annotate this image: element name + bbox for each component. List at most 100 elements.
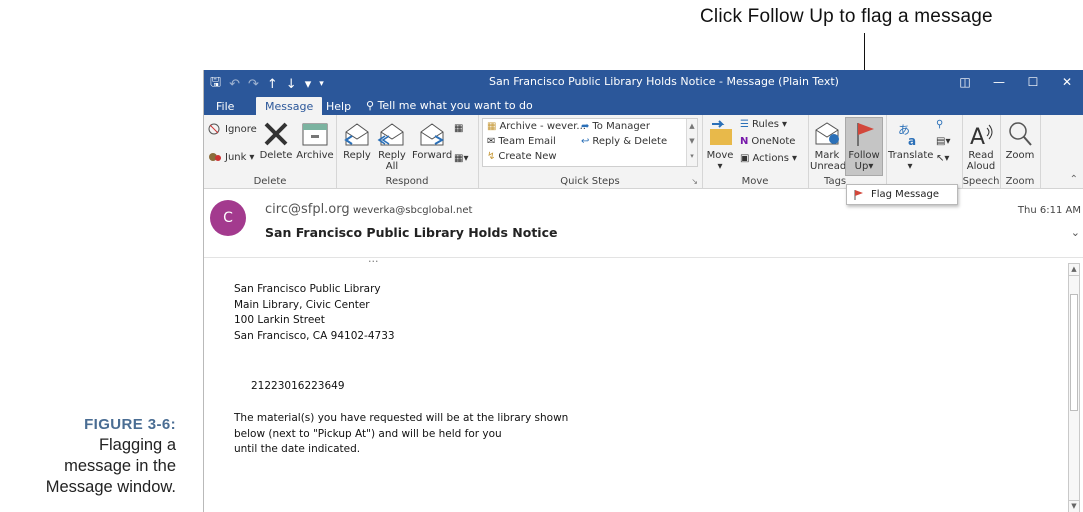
delete-button[interactable]: Delete <box>256 120 296 161</box>
sender-address[interactable]: circ@sfpl.org <box>265 202 350 217</box>
quick-steps-group: ▦ Archive - wever... ✉ Team Email ↯ Create … <box>478 115 703 188</box>
address-line: San Francisco Public Library <box>234 283 381 295</box>
rules-button[interactable]: ☰ Rules ▾ <box>740 119 787 130</box>
paragraph-line: below (next to "Pickup At") and will be … <box>234 427 502 440</box>
ignore-icon <box>208 123 220 135</box>
svg-text:A: A <box>970 125 985 148</box>
zoom-group-label: Zoom <box>1005 176 1035 187</box>
avatar[interactable]: C <box>210 200 246 236</box>
team-email-icon: ✉ <box>487 136 496 147</box>
rules-icon: ☰ <box>740 119 749 130</box>
scroll-thumb[interactable] <box>1070 294 1078 411</box>
chevron-down-icon: ▾ <box>868 161 874 172</box>
reply-icon <box>344 123 369 146</box>
move-group: Move ▾ ☰ Rules ▾ N OneNote ▣ Actions ▾ Move <box>702 115 809 188</box>
mark-unread-button[interactable]: Mark Unread <box>810 120 846 172</box>
ribbon-tabs: File Message Help ⚲ Tell me what you wan… <box>204 94 1083 117</box>
archive-step-icon: ▦ <box>487 121 497 132</box>
onenote-icon: N <box>740 136 749 147</box>
quick-step-team-email[interactable]: ✉ Team Email <box>487 136 556 147</box>
quick-step-to-manager[interactable]: ➦ To Manager <box>581 121 650 132</box>
junk-icon <box>209 153 221 161</box>
select-icon[interactable]: ↖▾ <box>936 153 949 164</box>
to-manager-icon: ➦ <box>581 121 590 132</box>
title-bar: 🖫 ↶ ↷ ↑ ↓ ▾ ▾ San Francisco Public Libra… <box>204 70 1083 94</box>
translate-button[interactable]: あa Translate ▾ <box>888 120 933 172</box>
quick-steps-scroll[interactable]: ▲ ▼ ▾ <box>686 119 697 166</box>
chevron-down-icon: ▾ <box>717 161 723 172</box>
respond-group-label: Respond <box>385 176 429 187</box>
mark-unread-icon <box>815 122 839 145</box>
lightning-icon: ↯ <box>487 151 496 162</box>
collapse-ribbon-icon[interactable]: ⌃ <box>1070 174 1078 185</box>
flag-icon <box>854 189 863 200</box>
find-icon[interactable]: ⚲ <box>936 119 943 130</box>
figure-caption: FIGURE 3-6: Flagging a message in the Me… <box>46 414 176 498</box>
scroll-up-icon[interactable]: ▲ <box>1069 264 1079 276</box>
window-controls: ◫ — ☐ ✕ <box>948 70 1083 94</box>
flag-message-menu-item[interactable]: Flag Message <box>871 189 939 200</box>
junk-button[interactable]: Junk ▾ <box>208 151 254 163</box>
follow-up-button[interactable]: Follow Up▾ <box>845 120 883 172</box>
quick-steps-label: Quick Steps <box>560 176 620 187</box>
message-window: 🖫 ↶ ↷ ↑ ↓ ▾ ▾ San Francisco Public Libra… <box>203 70 1083 512</box>
reply-button[interactable]: Reply <box>340 120 374 161</box>
vertical-scrollbar[interactable]: ▲ ▼ <box>1068 263 1080 512</box>
ignore-button[interactable]: Ignore <box>208 123 257 135</box>
caption-line-1: Flagging a <box>98 436 176 454</box>
delete-group: Ignore Junk ▾ Delete Archive Delete <box>204 115 337 188</box>
maximize-icon[interactable]: ☐ <box>1016 70 1050 94</box>
paragraph-line: The material(s) you have requested will … <box>234 412 569 424</box>
chevron-down-icon: ▾ <box>791 153 798 164</box>
forward-icon <box>420 123 445 146</box>
figure-number: FIGURE 3-6: <box>84 416 176 433</box>
related-icon[interactable]: ▤▾ <box>936 136 950 147</box>
lightbulb-icon: ⚲ <box>366 99 375 112</box>
follow-up-menu: Flag Message <box>846 184 958 205</box>
paragraph-line: until the date indicated. <box>234 443 361 455</box>
quick-step-reply-delete[interactable]: ↩ Reply & Delete <box>581 136 667 147</box>
zoom-group: Zoom Zoom <box>1000 115 1041 188</box>
zoom-button[interactable]: Zoom <box>1002 120 1038 161</box>
speech-group: A Read Aloud Speech <box>962 115 1001 188</box>
delete-icon <box>264 122 288 146</box>
message-subject: San Francisco Public Library Holds Notic… <box>265 225 558 240</box>
chevron-down-icon: ▾ <box>907 161 913 172</box>
tab-message[interactable]: Message <box>256 97 323 117</box>
tell-me-text: Tell me what you want to do <box>377 99 533 112</box>
quick-step-create-new[interactable]: ↯ Create New <box>487 151 557 162</box>
barcode-number: 21223016223649 <box>251 380 345 392</box>
quick-steps-gallery: ▦ Archive - wever... ✉ Team Email ↯ Create … <box>482 118 698 167</box>
svg-text:a: a <box>908 134 916 148</box>
read-aloud-button[interactable]: A Read Aloud <box>964 120 998 172</box>
message-body: … San Francisco Public Library Main Libr… <box>204 253 1083 512</box>
notice-paragraph: The material(s) you have requested will … <box>234 411 568 458</box>
read-aloud-icon: A <box>970 124 993 148</box>
forward-button[interactable]: Forward <box>412 120 452 161</box>
actions-button[interactable]: ▣ Actions ▾ <box>740 153 797 164</box>
more-respond-icon[interactable]: ▦▾ <box>454 153 468 164</box>
delete-group-label: Delete <box>253 176 287 187</box>
close-icon[interactable]: ✕ <box>1050 70 1083 94</box>
expand-header-icon[interactable]: ⌄ <box>1071 226 1080 239</box>
quick-step-archive[interactable]: ▦ Archive - wever... <box>487 121 586 132</box>
actions-icon: ▣ <box>740 153 750 164</box>
ribbon-display-icon[interactable]: ◫ <box>948 70 982 94</box>
reply-all-button[interactable]: Reply All <box>374 120 410 172</box>
received-time: Thu 6:11 AM <box>1017 205 1081 216</box>
address-line: Main Library, Civic Center <box>234 298 370 311</box>
tab-help[interactable]: Help <box>317 97 360 117</box>
chevron-down-icon: ▾ <box>781 119 787 130</box>
move-button[interactable]: Move ▾ <box>705 120 735 172</box>
meeting-reply-icon[interactable]: ▦ <box>454 123 463 134</box>
tab-file[interactable]: File <box>207 97 243 117</box>
scroll-down-icon[interactable]: ▼ <box>1069 500 1079 512</box>
archive-icon <box>302 123 328 146</box>
cut-off-line: … <box>368 253 379 265</box>
archive-button[interactable]: Archive <box>295 120 335 161</box>
minimize-icon[interactable]: — <box>982 70 1016 94</box>
recipient-address[interactable]: weverka@sbcglobal.net <box>353 205 472 216</box>
onenote-button[interactable]: N OneNote <box>740 136 795 147</box>
tell-me-box[interactable]: ⚲ Tell me what you want to do <box>366 99 533 112</box>
address-line: San Francisco, CA 94102-4733 <box>234 329 395 342</box>
